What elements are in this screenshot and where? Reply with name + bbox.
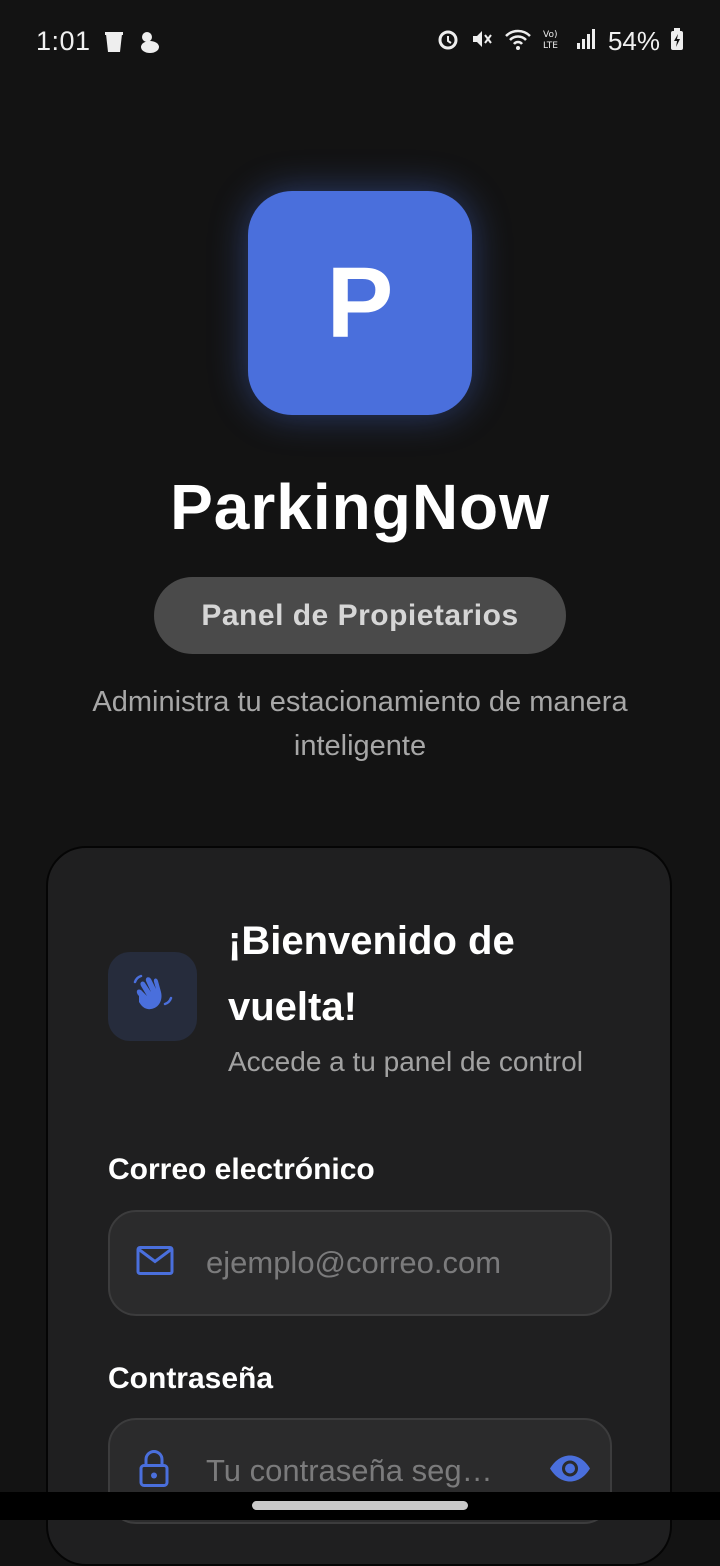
- eye-icon[interactable]: [548, 1454, 592, 1489]
- status-bar: 1:01 Vo) LTE 54%: [0, 0, 720, 88]
- tagline: Administra tu estacionamiento de manera …: [92, 686, 628, 762]
- status-left-icons: [104, 30, 160, 59]
- email-label: Correo electrónico: [108, 1153, 375, 1186]
- welcome-title: ¡Bienvenido de vuelta!: [228, 919, 515, 1029]
- app-title: ParkingNow: [170, 471, 550, 543]
- mute-icon: [470, 27, 494, 56]
- email-field-box[interactable]: [108, 1210, 612, 1316]
- welcome-subtitle: Accede a tu panel de control: [228, 1046, 583, 1077]
- bird-icon: [138, 30, 160, 59]
- trash-icon: [104, 30, 124, 59]
- status-time: 1:01: [36, 26, 91, 56]
- battery-charging-icon: [670, 27, 684, 56]
- home-gesture-handle[interactable]: [252, 1501, 468, 1510]
- status-right-icons: Vo) LTE 54%: [436, 26, 684, 57]
- svg-text:LTE: LTE: [543, 41, 558, 51]
- email-input[interactable]: [206, 1212, 536, 1314]
- alarm-icon: [436, 27, 460, 56]
- password-label: Contraseña: [108, 1362, 274, 1395]
- logo-letter: P: [326, 247, 394, 359]
- mail-icon: [136, 1246, 174, 1281]
- wave-badge: [108, 952, 197, 1041]
- waving-hand-icon: [129, 970, 177, 1023]
- volte-icon: Vo) LTE: [542, 27, 566, 56]
- svg-text:Vo): Vo): [543, 30, 557, 40]
- battery-percent: 54%: [607, 26, 660, 56]
- panel-badge: Panel de Propietarios: [154, 577, 566, 654]
- lock-icon: [138, 1449, 170, 1494]
- app-logo: P: [248, 191, 472, 415]
- wifi-icon: [504, 27, 532, 56]
- signal-icon: [576, 27, 598, 56]
